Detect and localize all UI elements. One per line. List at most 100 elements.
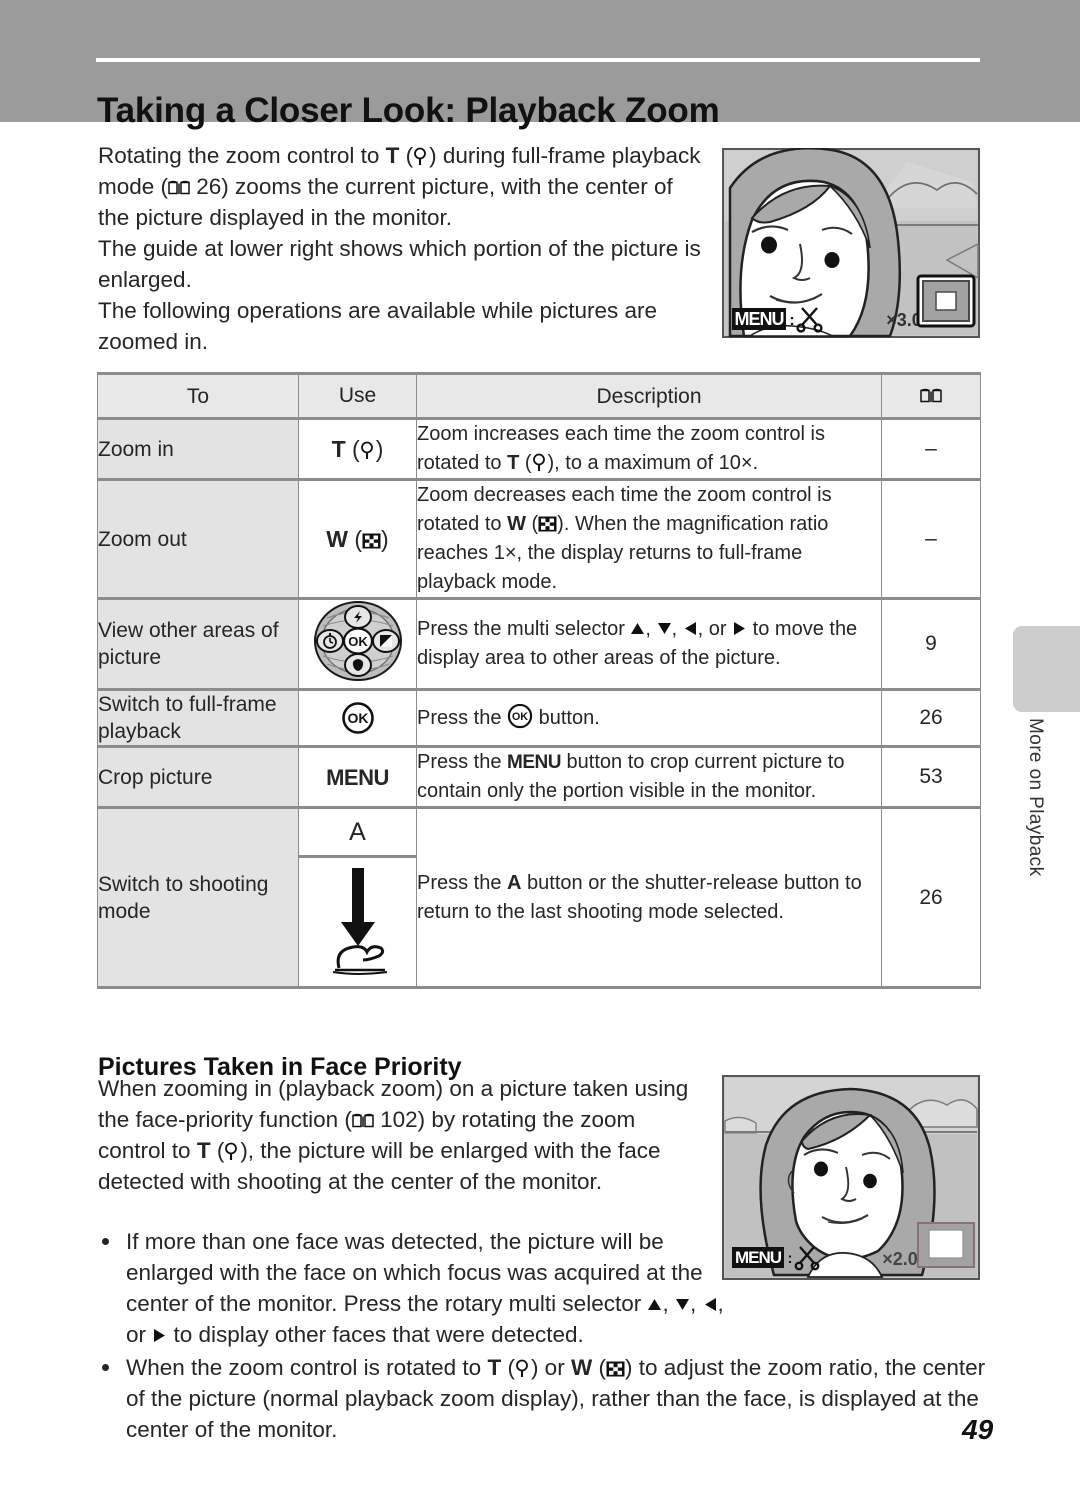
menu-button-label: MENU [507, 752, 561, 773]
svg-text:MENU: MENU [735, 309, 784, 329]
book-icon [920, 388, 942, 404]
magnify-icon [413, 143, 429, 165]
table-row: Crop picture MENU Press the MENU button … [97, 745, 981, 808]
desc-text-c: , [671, 618, 683, 640]
paren-close: ) [381, 525, 389, 552]
table-row: Switch to shooting mode A Press the A bu… [97, 806, 981, 989]
intro-p1-a: Rotating the zoom control to [98, 143, 386, 168]
intro-paragraph-3: The following operations are available w… [98, 298, 658, 354]
face-para-c: ( [210, 1138, 225, 1163]
screen-illustration-top: MENU : ×3.0 [722, 148, 980, 338]
column-header-to: To [97, 372, 299, 420]
row-use-crop-picture: MENU [298, 745, 417, 808]
intro-paragraph-2: The guide at lower right shows which por… [98, 236, 701, 292]
arrow-down-icon [657, 616, 672, 634]
arrow-left-icon [703, 1289, 718, 1311]
row-description-view-other-areas: Press the multi selector , , , or to mov… [416, 597, 882, 690]
row-description-zoom-in: Zoom increases each time the zoom contro… [416, 417, 882, 480]
row-label-crop-picture: Crop picture [97, 745, 299, 808]
bullet-dot-icon [102, 1238, 109, 1245]
svg-text::: : [789, 312, 794, 329]
face-priority-bullet-list: If more than one face was detected, the … [98, 1226, 985, 1447]
paren-open: ( [352, 435, 360, 462]
table-header-row: To Use Description [97, 372, 981, 420]
svg-text:OK: OK [512, 711, 528, 723]
table-row: Zoom in T () Zoom increases each time th… [97, 417, 981, 480]
tele-T-label: T [385, 143, 400, 168]
row-description-crop-picture: Press the MENU button to crop current pi… [416, 745, 882, 808]
desc-text-c: ), to a maximum of 10×. [547, 452, 759, 474]
operations-table: To Use Description Zoom in T () Zoom inc… [97, 372, 981, 989]
row-label-view-other-areas: View other areas of picture [97, 597, 299, 690]
face-priority-paragraph: When zooming in (playback zoom) on a pic… [98, 1073, 698, 1197]
desc-text-a: Press the multi selector [417, 618, 631, 640]
row-label-switch-full-frame: Switch to full-frame playback [97, 688, 299, 747]
table-row: Zoom out W () Zoom decreases each time t… [97, 478, 981, 599]
wide-W-label: W [326, 525, 348, 552]
svg-text:OK: OK [347, 710, 368, 726]
page-title: Taking a Closer Look: Playback Zoom [97, 91, 720, 131]
row-use-view-other-areas: OK [298, 597, 417, 690]
row-description-zoom-out: Zoom decreases each time the zoom contro… [416, 478, 882, 599]
page-number: 49 [962, 1414, 994, 1445]
shooting-mode-A-label: A [299, 809, 416, 858]
column-header-description: Description [416, 372, 882, 420]
bullet-1-text-c: , [689, 1291, 703, 1316]
tele-T-label: T [487, 1355, 502, 1380]
header-rule [96, 58, 980, 62]
magnify-icon [360, 439, 376, 459]
wide-W-label: W [570, 1355, 593, 1380]
row-page-ref: 26 [881, 806, 981, 989]
ok-button-icon: OK [507, 703, 533, 729]
table-row: Switch to full-frame playback OK Press t… [97, 688, 981, 747]
list-item: When the zoom control is rotated to T ()… [98, 1352, 1010, 1445]
magnify-icon [532, 452, 548, 471]
svg-text:×3.0: ×3.0 [886, 310, 922, 330]
chapter-tab-swatch [1013, 626, 1080, 712]
row-description-switch-full-frame: Press the OK button. [416, 688, 882, 747]
arrow-up-icon [630, 616, 645, 634]
thumbnail-grid-icon [606, 1354, 625, 1377]
desc-text-b: , [645, 618, 657, 640]
row-label-zoom-in: Zoom in [97, 417, 299, 480]
row-page-ref: – [881, 417, 981, 480]
book-icon [168, 180, 190, 196]
desc-text-d: , or [697, 618, 733, 640]
chapter-tab-label: More on Playback [1025, 718, 1046, 877]
magnify-icon [224, 1138, 240, 1160]
row-description-switch-shooting-mode: Press the A button or the shutter-releas… [416, 806, 882, 989]
arrow-left-icon [683, 616, 698, 635]
row-page-ref: 26 [881, 688, 981, 747]
intro-p1-b: ( [399, 143, 414, 168]
wide-W-label: W [507, 513, 526, 535]
arrow-down-icon [675, 1289, 690, 1310]
bullet-1-text-a: If more than one face was detected, the … [126, 1229, 703, 1316]
column-header-page-reference [881, 372, 981, 420]
intro-text: Rotating the zoom control to T () during… [98, 140, 710, 357]
row-use-zoom-in: T () [298, 417, 417, 480]
bullet-2-text-a: When the zoom control is rotated to [126, 1355, 488, 1380]
desc-text-b: ( [525, 513, 539, 535]
bullet-2-text-d: ( [592, 1355, 606, 1380]
thumbnail-grid-icon [362, 528, 381, 548]
bullet-2-text-b: ( [501, 1355, 515, 1380]
intro-paragraph-1: Rotating the zoom control to T () during… [98, 140, 710, 233]
desc-text-a: Press the [417, 707, 508, 729]
row-label-switch-shooting-mode: Switch to shooting mode [97, 806, 299, 989]
menu-button-label: MENU [326, 764, 389, 790]
row-label-zoom-out: Zoom out [97, 478, 299, 599]
tele-T-label: T [507, 452, 520, 474]
shutter-release-cell [299, 858, 416, 986]
svg-text:OK: OK [348, 634, 368, 649]
bullet-1-text-e: to display other faces that were detecte… [167, 1322, 584, 1347]
column-header-use: Use [298, 372, 417, 420]
arrow-up-icon [647, 1289, 662, 1310]
thumbnail-grid-icon [538, 512, 557, 532]
tele-T-label: T [196, 1138, 211, 1163]
rotary-multi-selector-icon: OK [313, 600, 403, 682]
bullet-dot-icon [102, 1364, 109, 1371]
shooting-mode-A-label: A [507, 871, 522, 894]
table-row: View other areas of picture OK Press the… [97, 597, 981, 690]
magnify-icon [515, 1355, 531, 1377]
book-icon [352, 1113, 374, 1129]
